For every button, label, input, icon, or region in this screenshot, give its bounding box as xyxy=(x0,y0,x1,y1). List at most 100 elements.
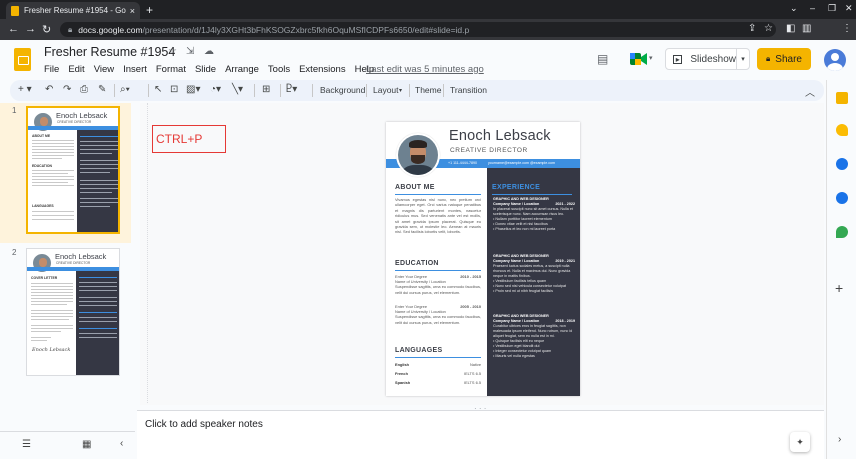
insert-comment-icon[interactable]: ⊞ xyxy=(262,84,270,95)
lock-icon[interactable]: 🔒︎ xyxy=(68,25,72,35)
job-entry: GRAPHIC AND WEB DESIGNER Company Name / … xyxy=(493,314,575,358)
thumb-heading: LANGUAGES xyxy=(32,204,54,208)
toolbar-divider xyxy=(409,84,410,97)
thumb-heading: EDUCATION xyxy=(32,164,52,168)
speaker-notes[interactable]: Click to add speaker notes xyxy=(137,410,824,459)
select-icon[interactable]: ↖ xyxy=(154,84,162,95)
slide-thumbnail-1[interactable]: Enoch Lebsack CREATIVE DIRECTOR ABOUT ME… xyxy=(26,106,120,234)
filmstrip-view-icon[interactable]: ☰ xyxy=(22,439,31,450)
chevron-down-icon[interactable]: ⌄ xyxy=(790,3,798,14)
zoom-icon[interactable]: ⌕▾ xyxy=(120,84,130,95)
profile-photo xyxy=(396,133,440,177)
calendar-icon[interactable] xyxy=(836,92,848,104)
theme-button[interactable]: Theme xyxy=(415,85,441,95)
url-text: docs.google.com/presentation/d/1J4ly3XGH… xyxy=(78,24,470,35)
experience-heading: EXPERIENCE xyxy=(492,184,541,191)
paint-format-icon[interactable]: ✎ xyxy=(98,84,106,95)
maps-icon[interactable] xyxy=(836,226,848,238)
undo-icon[interactable]: ↶ xyxy=(45,84,53,95)
menu-file[interactable]: File xyxy=(44,64,59,75)
comment-icon[interactable]: ▤ xyxy=(597,52,608,66)
shape-icon[interactable]: ◔▾ xyxy=(210,84,221,95)
extensions-icon[interactable]: ◧ xyxy=(786,23,795,34)
restore-icon[interactable]: ❐ xyxy=(828,3,836,14)
textbox-icon[interactable]: ⊡ xyxy=(170,84,178,95)
browser-tab[interactable]: Fresher Resume #1954 - Google × xyxy=(6,2,140,19)
speaker-notes-placeholder[interactable]: Click to add speaker notes xyxy=(145,419,263,430)
menu-edit[interactable]: Edit xyxy=(68,64,84,75)
contact-email: yourname@example.com xyxy=(488,160,529,165)
filmstrip: 1 Enoch Lebsack CREATIVE DIRECTOR ABOUT … xyxy=(0,101,135,431)
job-entry: GRAPHIC AND WEB DESIGNER Company Name / … xyxy=(493,254,575,293)
share-button[interactable]: 🔒︎ Share xyxy=(757,48,811,70)
background-button[interactable]: Background xyxy=(320,85,365,95)
redo-icon[interactable]: ↷ xyxy=(63,84,71,95)
language-row: Spanish IELTS 6.5 xyxy=(395,380,481,385)
menu-insert[interactable]: Insert xyxy=(123,64,147,75)
thumb-cover-letter: COVER LETTER xyxy=(31,276,58,280)
slideshow-button[interactable]: ▸ Slideshow ▾ xyxy=(665,48,750,70)
slideshow-dropdown-icon[interactable]: ▾ xyxy=(735,49,749,69)
add-ons-plus-icon[interactable]: + xyxy=(835,280,843,296)
collapse-filmstrip-icon[interactable]: ‹ xyxy=(120,438,123,449)
contacts-icon[interactable] xyxy=(836,192,848,204)
window-close-icon[interactable]: ✕ xyxy=(845,3,853,14)
education-item: Enter Your Degree 2005 - 2010 Name of Uni… xyxy=(395,304,481,325)
document-title[interactable]: Fresher Resume #1954 xyxy=(44,45,175,59)
account-avatar[interactable] xyxy=(824,49,846,71)
grid-view-icon[interactable]: ▦ xyxy=(82,439,91,450)
resume-name: Enoch Lebsack xyxy=(449,128,551,144)
share-page-icon[interactable]: ⇪ xyxy=(748,23,756,34)
last-edit-link[interactable]: Last edit was 5 minutes ago xyxy=(366,64,484,75)
meet-dropdown-icon[interactable]: ▾ xyxy=(649,54,653,62)
slide-thumbnail-2[interactable]: Enoch Lebsack CREATIVE DIRECTOR COVER LE… xyxy=(26,248,120,376)
menu-slide[interactable]: Slide xyxy=(195,64,216,75)
forward-icon[interactable]: → xyxy=(25,23,36,35)
explore-icon[interactable]: ✦ xyxy=(790,432,810,452)
slide-canvas[interactable]: +1 111-4444-7890 yourname@example.com @e… xyxy=(386,122,580,396)
contact-phone: +1 111-4444-7890 xyxy=(448,160,477,165)
meet-icon[interactable] xyxy=(630,52,648,66)
toolbar-divider xyxy=(443,84,444,97)
collapse-toolbar-icon[interactable]: ︿ xyxy=(805,84,815,99)
reload-icon[interactable]: ↻ xyxy=(42,23,51,36)
move-icon[interactable]: ⇲ xyxy=(186,46,194,57)
image-icon[interactable]: ▨▾ xyxy=(186,84,200,95)
input-tools-icon[interactable]: Ⴒ▾ xyxy=(286,84,297,95)
side-panel-icon[interactable]: ▥ xyxy=(802,23,811,34)
tab-close-icon[interactable]: × xyxy=(130,6,135,16)
new-tab-icon[interactable]: + xyxy=(146,3,153,17)
languages-heading: LANGUAGES xyxy=(395,347,443,354)
new-slide-icon[interactable]: + ▾ xyxy=(18,84,32,95)
browser-menu-icon[interactable]: ⋮ xyxy=(842,23,852,34)
bookmark-star-icon[interactable]: ☆ xyxy=(764,23,773,34)
star-icon[interactable]: ☆ xyxy=(168,46,177,57)
print-icon[interactable]: ⎙ xyxy=(80,84,88,95)
keep-icon[interactable] xyxy=(836,124,848,136)
transition-button[interactable]: Transition xyxy=(450,85,487,95)
minimize-icon[interactable]: – xyxy=(810,3,815,13)
experience-underline xyxy=(492,194,572,195)
thumb-heading: ABOUT ME xyxy=(32,134,51,138)
ctrl-p-annotation: CTRL+P xyxy=(152,125,226,153)
line-icon[interactable]: ╲▾ xyxy=(232,84,243,95)
language-row: French IELTS 6.5 xyxy=(395,371,481,376)
menu-format[interactable]: Format xyxy=(156,64,186,75)
toolbar-divider xyxy=(280,84,281,97)
omnibox[interactable]: 🔒︎ docs.google.com/presentation/d/1J4ly3… xyxy=(60,22,776,37)
layout-dropdown-icon[interactable]: ▾ xyxy=(399,87,402,94)
tasks-icon[interactable] xyxy=(836,158,848,170)
back-icon[interactable]: ← xyxy=(8,23,19,35)
expand-panel-icon[interactable]: › xyxy=(838,434,841,445)
menu-view[interactable]: View xyxy=(94,64,114,75)
layout-button[interactable]: Layout xyxy=(373,85,399,95)
toolbar-divider xyxy=(148,84,149,97)
toolbar: + ▾ ↶ ↷ ⎙ ✎ ⌕▾ ↖ ⊡ ▨▾ ◔▾ ╲▾ ⊞ Ⴒ▾ Backgro… xyxy=(10,80,824,101)
present-icon: ▸ xyxy=(673,54,683,64)
cloud-icon[interactable]: ☁︎ xyxy=(204,46,214,57)
menu-extensions[interactable]: Extensions xyxy=(299,64,345,75)
menu-arrange[interactable]: Arrange xyxy=(225,64,259,75)
contact-email-2: @example.com xyxy=(530,160,556,165)
slides-logo-icon[interactable] xyxy=(14,48,31,71)
menu-tools[interactable]: Tools xyxy=(268,64,290,75)
